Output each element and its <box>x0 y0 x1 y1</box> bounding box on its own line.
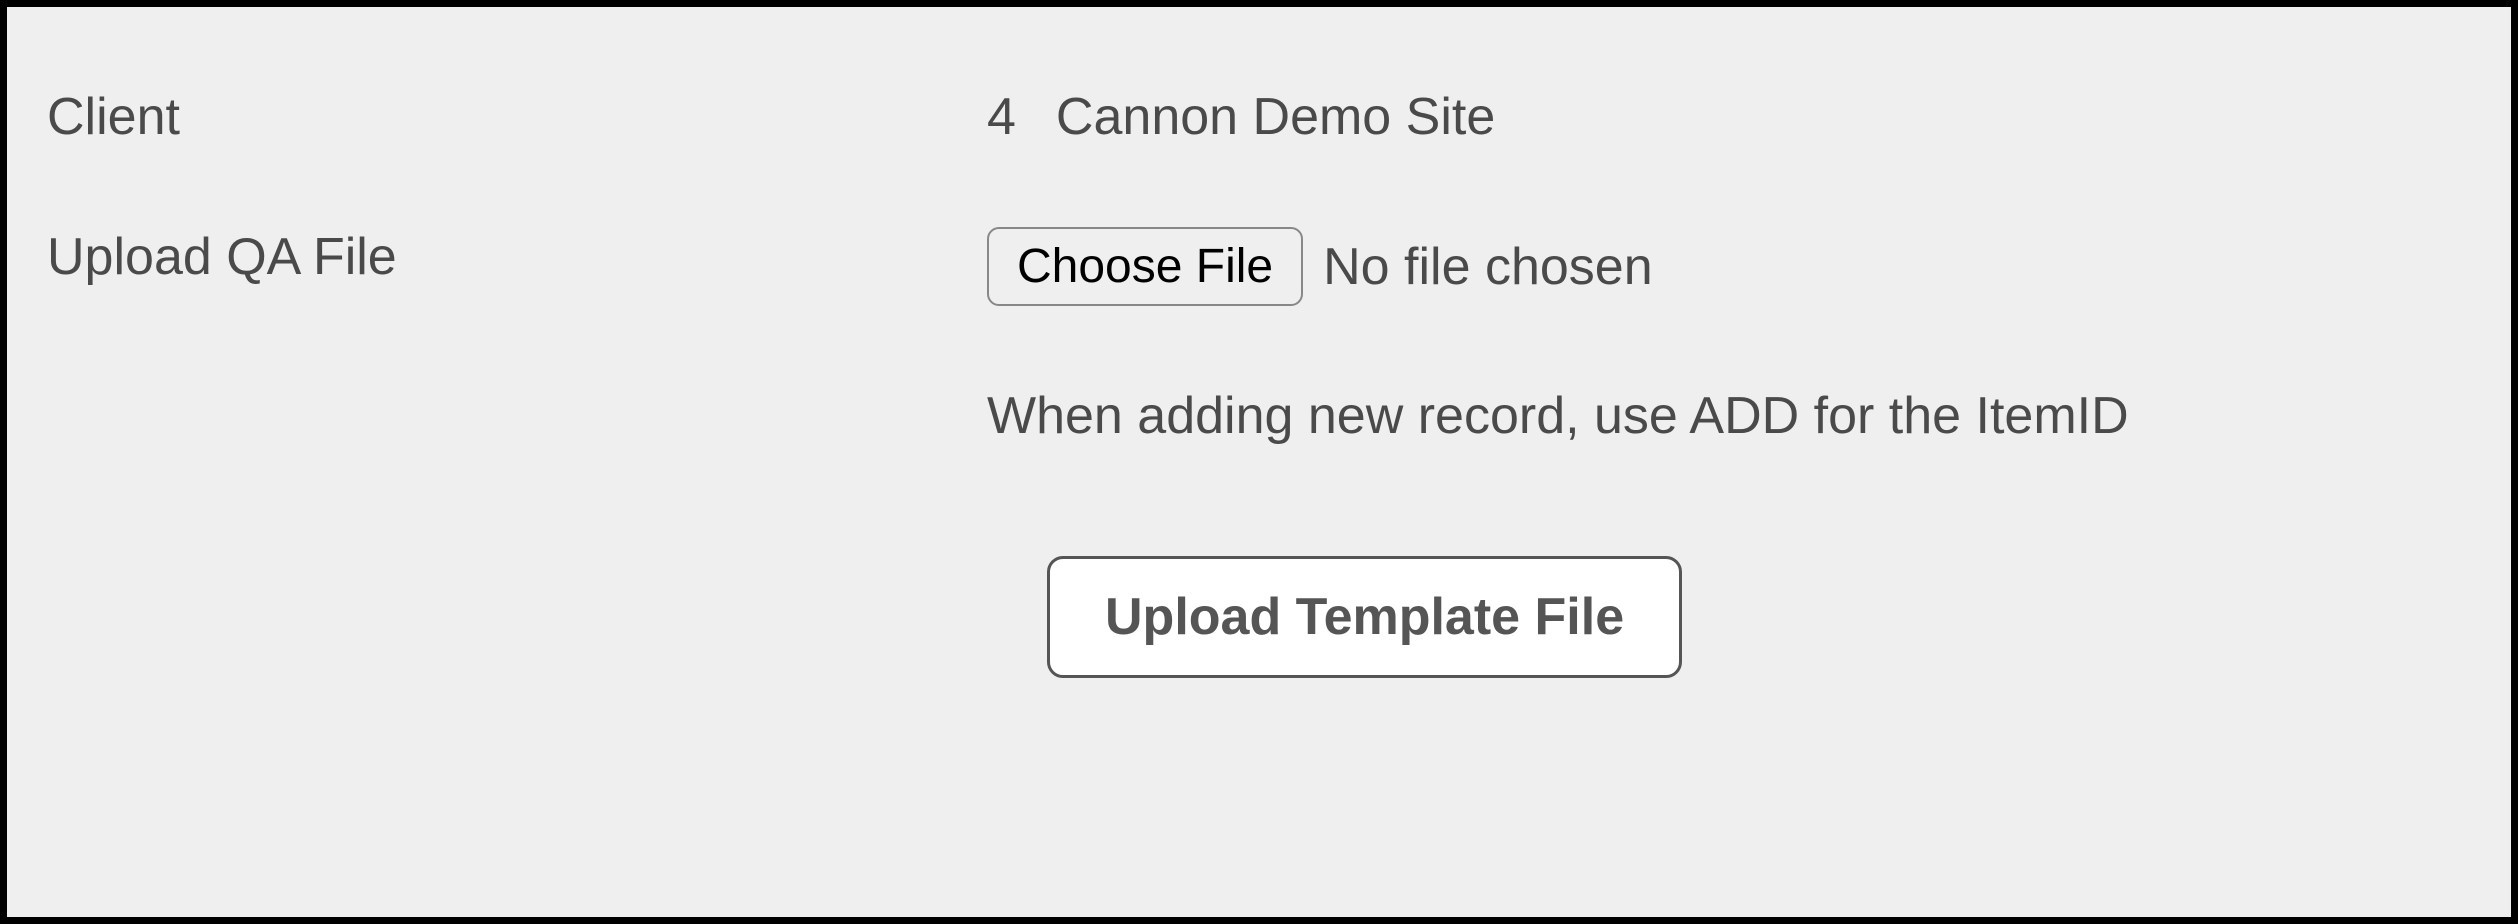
file-chosen-status: No file chosen <box>1323 237 1653 297</box>
upload-file-label: Upload QA File <box>47 227 987 287</box>
upload-file-row: Upload QA File Choose File No file chose… <box>47 227 2471 306</box>
client-row: Client 4 Cannon Demo Site <box>47 87 2471 147</box>
client-id: 4 <box>987 87 1016 147</box>
hint-row: When adding new record, use ADD for the … <box>47 386 2471 446</box>
submit-row: Upload Template File <box>47 556 2471 678</box>
upload-panel: Client 4 Cannon Demo Site Upload QA File… <box>0 0 2518 924</box>
client-value: 4 Cannon Demo Site <box>987 87 1495 147</box>
client-label: Client <box>47 87 987 147</box>
hint-text: When adding new record, use ADD for the … <box>987 386 2129 446</box>
upload-template-button[interactable]: Upload Template File <box>1047 556 1682 678</box>
client-name: Cannon Demo Site <box>1056 87 1495 147</box>
choose-file-button[interactable]: Choose File <box>987 227 1303 306</box>
file-chooser: Choose File No file chosen <box>987 227 1653 306</box>
